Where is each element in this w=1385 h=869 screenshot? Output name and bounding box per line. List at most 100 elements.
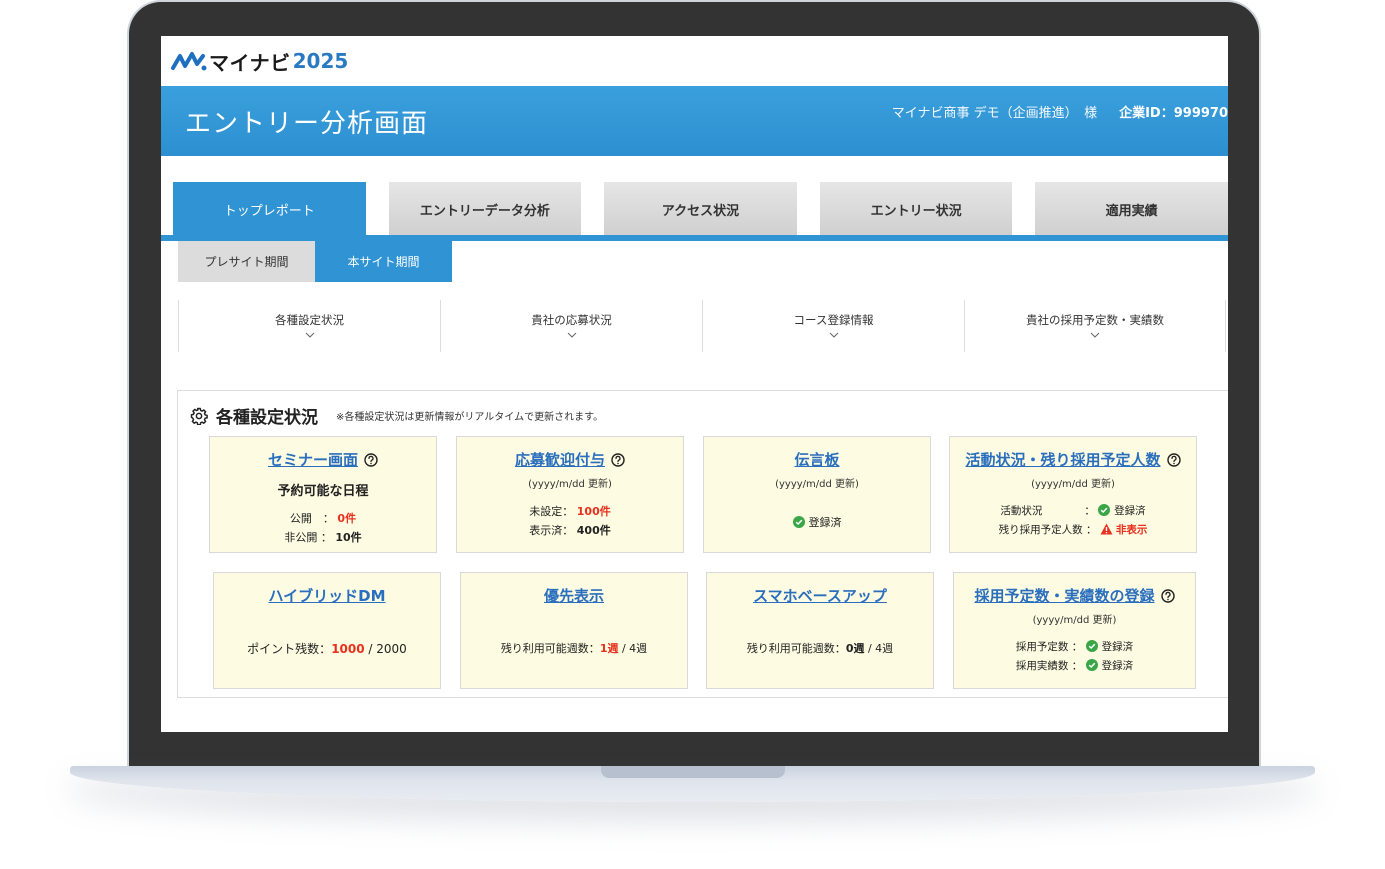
shown-label: 表示済： [529, 524, 574, 537]
welcome-link[interactable]: 応募歓迎付与 [515, 449, 605, 470]
tab-entry-status[interactable]: エントリー状況 [819, 182, 1013, 236]
section-link-hiring-numbers[interactable]: 貴社の採用予定数・実績数 [964, 300, 1226, 352]
main-tabs: トップレポート エントリーデータ分析 アクセス状況 エントリー状況 適用実績 [161, 182, 1228, 248]
message-board-link[interactable]: 伝言板 [794, 449, 839, 470]
card-hiring-registration: 採用予定数・実績数の登録 (yyyy/m/dd 更新) 採用予定数 ： 登録済 … [953, 572, 1196, 689]
actual-status: 登録済 [1101, 660, 1134, 672]
logo-brand: マイナビ [209, 50, 291, 75]
check-icon [1085, 640, 1098, 652]
hiring-statuses: 採用予定数 ： 登録済 採用実績数 ： 登録済 [954, 638, 1195, 676]
panel-title: 各種設定状況 [216, 408, 318, 428]
chevron-down-icon [305, 332, 314, 338]
public-count: 0件 [337, 512, 357, 525]
weeks-total: / 4週 [864, 642, 894, 655]
tabs-underline [161, 235, 1228, 241]
card-seminar: セミナー画面 予約可能な日程 公開 ： 0件 非公開 ： 10件 [209, 436, 437, 553]
board-status-text: 登録済 [808, 516, 842, 529]
logo-year: 2025 [292, 49, 349, 73]
tab-application-results[interactable]: 適用実績 [1035, 182, 1228, 236]
card-priority-display: 優先表示 残り利用可能週数：1週 / 4週 [460, 572, 688, 689]
warning-icon [1100, 523, 1113, 535]
help-icon[interactable] [1160, 589, 1175, 603]
page-title: エントリー分析画面 [185, 108, 429, 139]
planned-status: 登録済 [1101, 641, 1134, 653]
welcome-counts: 未設定： 100件 表示済： 400件 [457, 502, 683, 540]
account-info: マイナビ商事 デモ（企画推進） 様 企業ID：999970 [892, 102, 1228, 121]
check-icon [792, 516, 805, 528]
chevron-down-icon [567, 332, 576, 338]
help-icon[interactable] [364, 453, 378, 467]
hiring-registration-link[interactable]: 採用予定数・実績数の登録 [974, 585, 1154, 606]
card-smartphone-baseup: スマホベースアップ 残り利用可能週数：0週 / 4週 [706, 572, 934, 689]
tab-access-status[interactable]: アクセス状況 [604, 182, 797, 236]
welcome-updated: (yyyy/m/dd 更新) [528, 479, 612, 490]
seminar-counts: 公開 ： 0件 非公開 ： 10件 [210, 509, 436, 547]
remaining-status: 非表示 [1115, 524, 1148, 536]
help-icon[interactable] [1166, 453, 1181, 467]
check-icon [1098, 504, 1111, 516]
laptop-notch [601, 766, 785, 778]
weeks-total: / 4週 [618, 642, 648, 655]
card-activity: 活動状況・残り採用予定人数 (yyyy/m/dd 更新) 活動状況 ： 登録済 … [949, 436, 1197, 553]
unset-label: 未設定： [529, 505, 574, 518]
section-nav: 各種設定状況 貴社の応募状況 コース登録情報 貴社の採用予定数・実績数 [178, 300, 1228, 352]
hiring-updated: (yyyy/m/dd 更新) [1032, 615, 1117, 626]
seminar-link[interactable]: セミナー画面 [268, 449, 358, 470]
unset-count: 100件 [576, 505, 611, 518]
company-id: 企業ID：999970 [1119, 105, 1228, 121]
planned-label: 採用予定数 ： [1015, 641, 1083, 653]
card-message-board: 伝言板 (yyyy/m/dd 更新) 登録済 [703, 436, 931, 553]
activity-updated: (yyyy/m/dd 更新) [1031, 479, 1115, 490]
weeks-remaining: 1週 [599, 642, 619, 655]
private-label: 非公開 ： [284, 531, 332, 544]
mynavi-logo-icon [171, 52, 207, 71]
card-welcome: 応募歓迎付与 (yyyy/m/dd 更新) 未設定： 100件 表示済： 400… [456, 436, 684, 553]
help-icon[interactable] [611, 453, 625, 467]
chevron-down-icon [1090, 332, 1100, 338]
priority-weeks: 残り利用可能週数：1週 / 4週 [461, 640, 687, 656]
settings-panel: 各種設定状況 ※各種設定状況は更新情報がリアルタイムで更新されます。 セミナー画… [177, 390, 1228, 698]
smartphone-weeks: 残り利用可能週数：0週 / 4週 [707, 640, 933, 656]
check-icon [1085, 659, 1098, 671]
section-link-courses[interactable]: コース登録情報 [702, 300, 964, 352]
board-updated: (yyyy/m/dd 更新) [775, 479, 859, 490]
weeks-remaining: 0週 [845, 642, 865, 655]
activity-label: 活動状況 ： [1000, 505, 1095, 517]
activity-status: 登録済 [1114, 505, 1146, 517]
section-link-label: 貴社の応募状況 [531, 313, 612, 327]
public-label: 公開 ： [289, 512, 334, 525]
shown-count: 400件 [576, 524, 611, 537]
seminar-subtitle: 予約可能な日程 [277, 484, 369, 499]
chevron-down-icon [829, 332, 838, 338]
smartphone-baseup-link[interactable]: スマホベースアップ [753, 585, 887, 606]
hybrid-dm-link[interactable]: ハイブリッドDM [268, 585, 385, 606]
section-link-label: 各種設定状況 [275, 313, 344, 327]
gear-icon [190, 407, 208, 425]
activity-statuses: 活動状況 ： 登録済 残り採用予定人数 ： 非表示 [950, 502, 1196, 540]
page-header: エントリー分析画面 マイナビ商事 デモ（企画推進） 様 企業ID：999970 [161, 86, 1228, 156]
panel-header: 各種設定状況 ※各種設定状況は更新情報がリアルタイムで更新されます。 [178, 391, 1228, 428]
card-hybrid-dm: ハイブリッドDM ポイント残数：1000 / 2000 [213, 572, 441, 689]
laptop-screen: マイナビ 2025 エントリー分析画面 マイナビ商事 デモ（企画推進） 様 企業… [161, 36, 1228, 732]
private-count: 10件 [335, 531, 362, 544]
weeks-label: 残り利用可能週数： [500, 642, 600, 655]
logo-bar: マイナビ 2025 [161, 36, 1228, 86]
section-link-settings[interactable]: 各種設定状況 [178, 300, 440, 352]
company-name: マイナビ商事 デモ（企画推進） 様 [891, 105, 1098, 121]
points-label: ポイント残数： [247, 642, 332, 656]
section-link-label: 貴社の採用予定数・実績数 [1026, 313, 1164, 327]
remaining-label: 残り採用予定人数 ： [998, 524, 1097, 536]
priority-display-link[interactable]: 優先表示 [544, 585, 604, 606]
section-link-label: コース登録情報 [793, 313, 874, 327]
hybrid-points: ポイント残数：1000 / 2000 [214, 640, 440, 657]
board-status: 登録済 [704, 514, 930, 530]
tab-entry-data-analysis[interactable]: エントリーデータ分析 [388, 182, 582, 236]
panel-note: ※各種設定状況は更新情報がリアルタイムで更新されます。 [336, 412, 604, 423]
weeks-label: 残り利用可能週数： [746, 642, 846, 655]
points-total: / 2000 [364, 642, 407, 656]
actual-label: 採用実績数 ： [1015, 660, 1083, 672]
tab-top-report[interactable]: トップレポート [173, 182, 366, 236]
activity-link[interactable]: 活動状況・残り採用予定人数 [965, 449, 1160, 470]
points-remaining: 1000 [331, 642, 365, 656]
section-link-applications[interactable]: 貴社の応募状況 [440, 300, 702, 352]
